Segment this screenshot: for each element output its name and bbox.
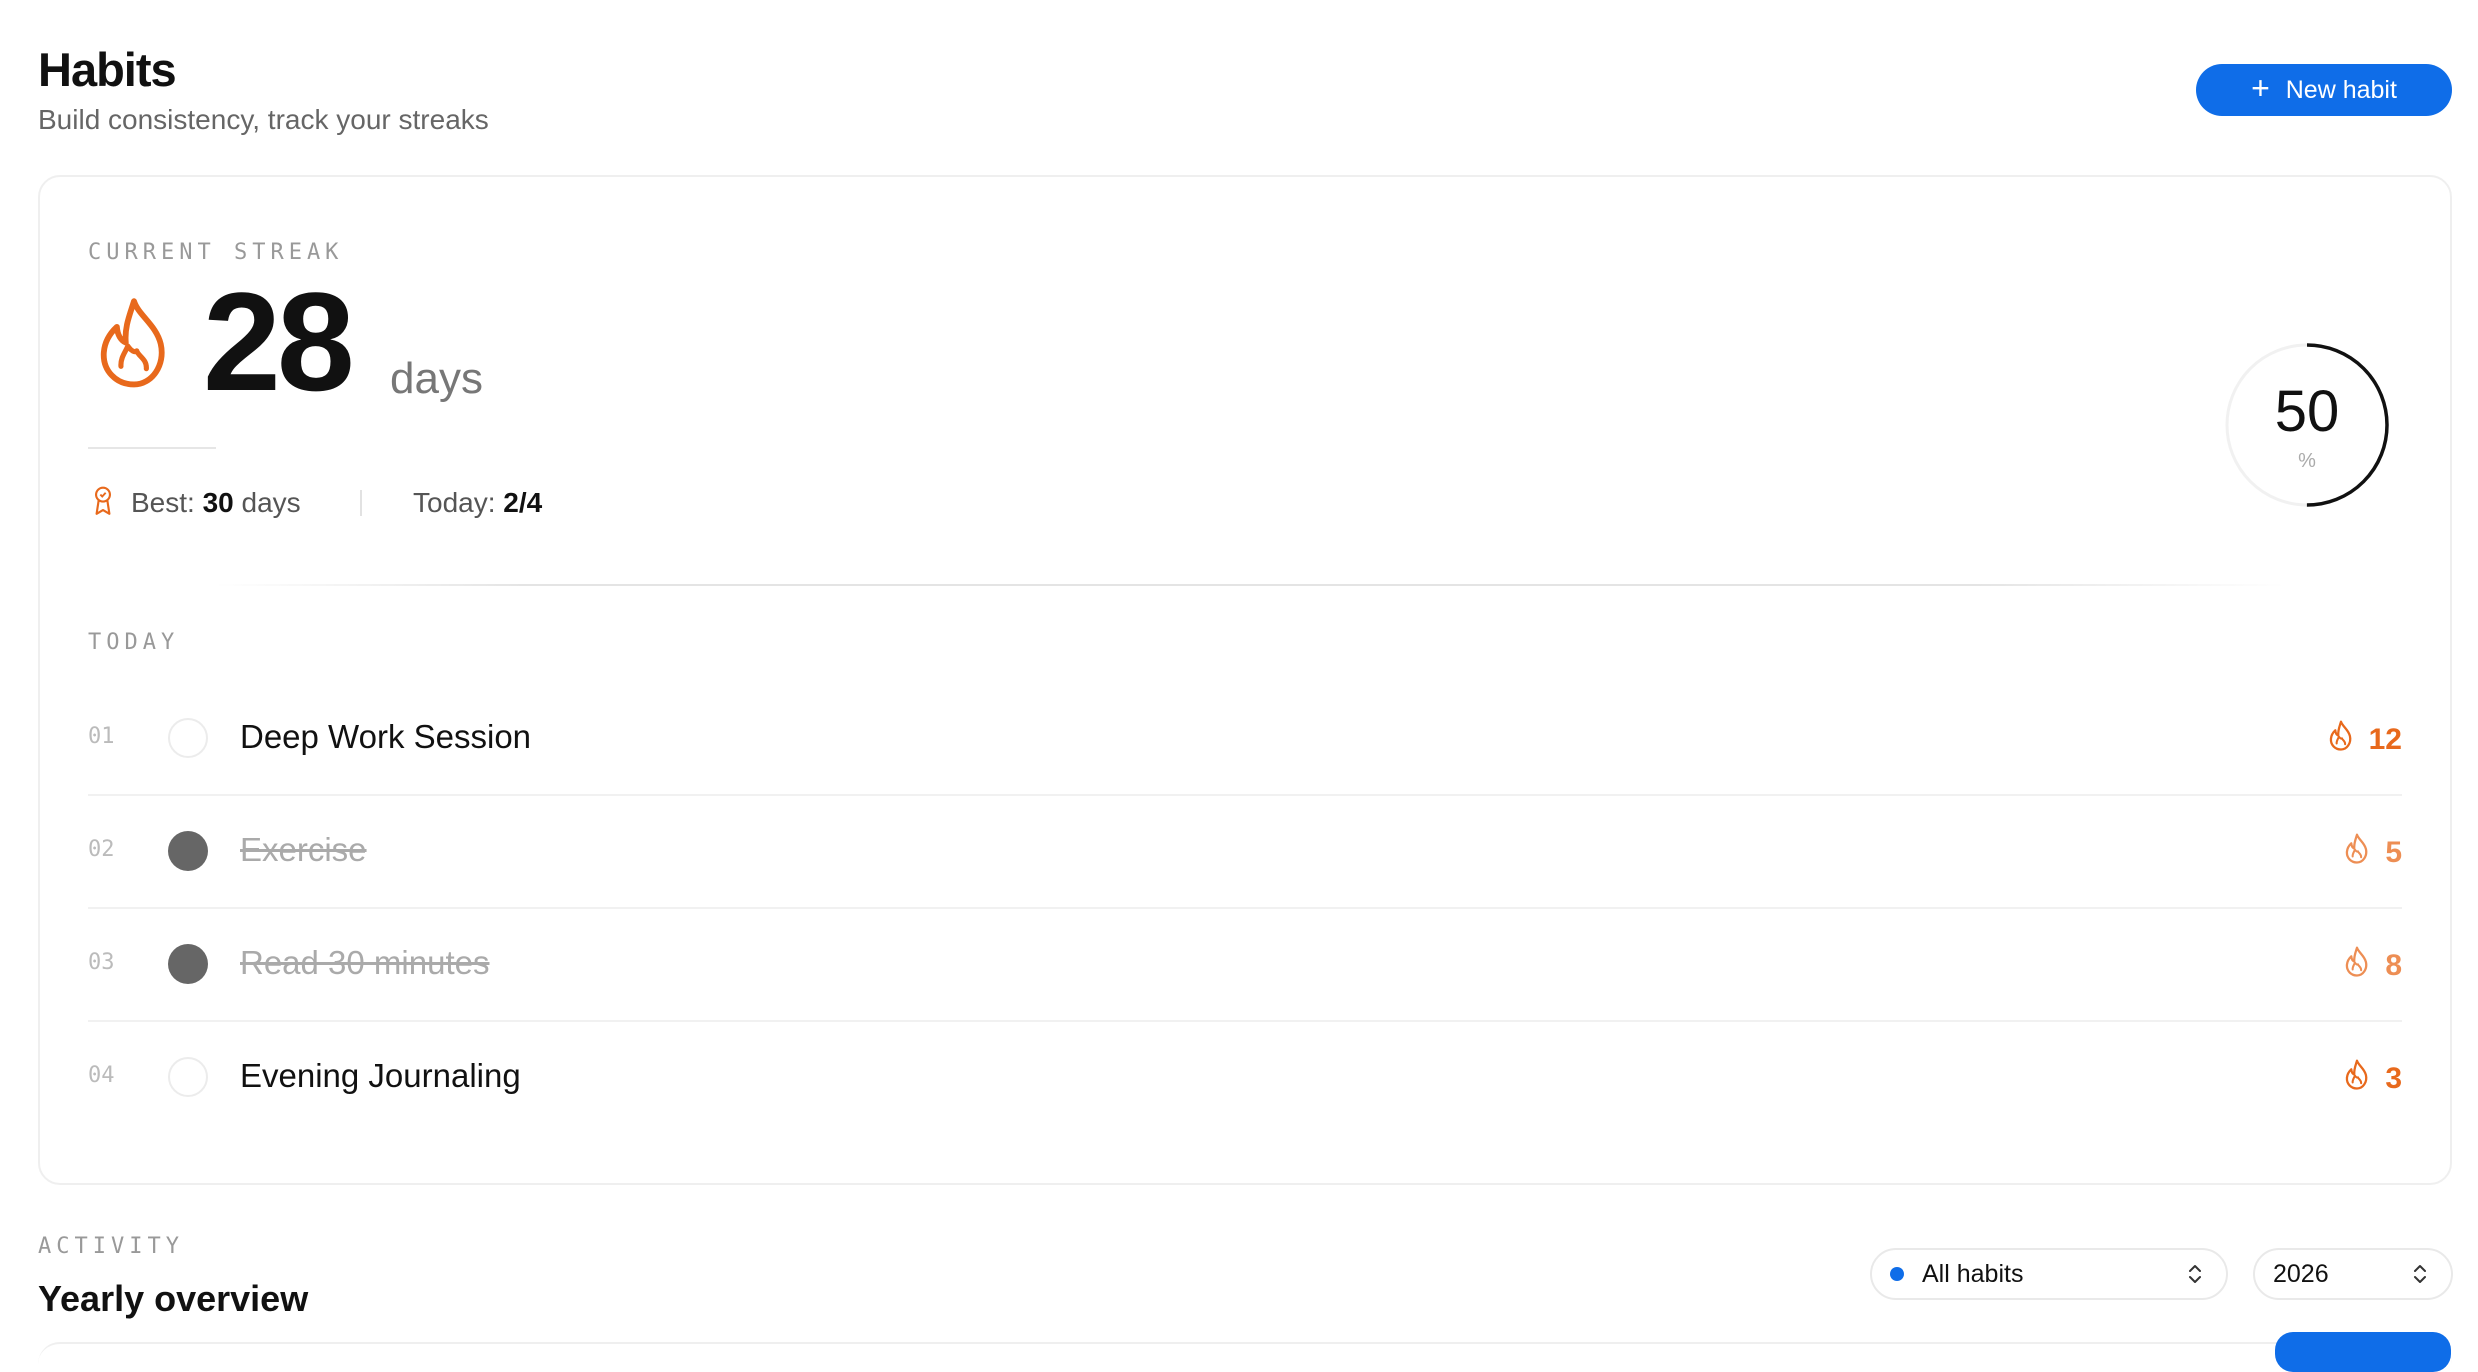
habit-number: 02 — [88, 837, 115, 862]
habit-streak-count: 5 — [2385, 836, 2402, 869]
habit-streak: 5 — [2343, 833, 2402, 873]
habit-row[interactable]: 04 Evening Journaling 3 — [88, 1023, 2402, 1135]
chevron-up-down-icon — [2414, 1265, 2426, 1283]
chevron-up-down-icon — [2189, 1265, 2201, 1283]
page-title: Habits — [38, 43, 177, 96]
habit-filter-select[interactable]: All habits — [1870, 1248, 2228, 1300]
completion-percent: 50 — [2274, 379, 2340, 444]
current-streak-label: CURRENT STREAK — [88, 240, 344, 265]
habit-checkbox[interactable] — [168, 944, 208, 984]
best-unit: days — [241, 487, 301, 518]
row-divider — [88, 1020, 2402, 1022]
habit-checkbox[interactable] — [168, 718, 208, 758]
year-filter-value: 2026 — [2273, 1259, 2329, 1288]
habit-streak: 3 — [2343, 1059, 2402, 1099]
habit-color-dot — [1890, 1267, 1904, 1281]
today-value: 2/4 — [503, 487, 543, 518]
current-streak-unit: days — [390, 354, 483, 403]
current-streak-value: 28 — [203, 263, 355, 420]
habit-filter-value: All habits — [1922, 1259, 2024, 1288]
flame-icon — [2343, 1059, 2371, 1099]
best-streak: Best: 30 days — [131, 487, 301, 519]
habit-row[interactable]: 01 Deep Work Session 12 — [88, 684, 2402, 796]
new-habit-label: New habit — [2285, 75, 2397, 104]
card-separator — [215, 584, 2285, 586]
today-label: TODAY — [88, 630, 180, 655]
yearly-overview-title: Yearly overview — [38, 1278, 309, 1319]
activity-label: ACTIVITY — [38, 1234, 184, 1259]
habit-name: Exercise — [240, 831, 367, 868]
row-divider — [88, 794, 2402, 796]
habit-row[interactable]: 02 Exercise 5 — [88, 797, 2402, 909]
completion-unit: % — [2298, 450, 2316, 472]
flame-icon — [2343, 946, 2371, 986]
habit-number: 01 — [88, 724, 115, 749]
habit-name: Deep Work Session — [240, 718, 532, 755]
flame-icon — [100, 298, 165, 388]
habit-checkbox[interactable] — [168, 831, 208, 871]
streak-divider — [88, 447, 216, 449]
page-subtitle: Build consistency, track your streaks — [38, 104, 489, 135]
best-label: Best: — [131, 487, 195, 518]
trophy-icon — [95, 486, 111, 515]
habit-streak-count: 12 — [2368, 723, 2402, 756]
habit-streak-count: 8 — [2385, 949, 2402, 982]
habit-checkbox[interactable] — [168, 1057, 208, 1097]
habit-name: Evening Journaling — [240, 1057, 521, 1094]
habit-streak: 12 — [2327, 720, 2402, 760]
year-filter-select[interactable]: 2026 — [2253, 1248, 2453, 1300]
habit-name: Read 30 minutes — [240, 944, 490, 981]
stat-separator — [360, 490, 362, 516]
today-label: Today: — [413, 487, 496, 518]
activity-action-button[interactable] — [2275, 1332, 2451, 1372]
today-progress: Today: 2/4 — [413, 487, 542, 519]
activity-card — [38, 1342, 2452, 1364]
plus-icon: + — [2251, 70, 2270, 106]
flame-icon — [2343, 833, 2371, 873]
habit-streak-count: 3 — [2385, 1062, 2402, 1095]
habit-row[interactable]: 03 Read 30 minutes 8 — [88, 910, 2402, 1022]
habit-number: 04 — [88, 1063, 115, 1088]
habit-streak: 8 — [2343, 946, 2402, 986]
flame-icon — [2327, 720, 2355, 760]
best-value: 30 — [202, 487, 234, 518]
row-divider — [88, 907, 2402, 909]
habit-number: 03 — [88, 950, 115, 975]
new-habit-button[interactable]: + New habit — [2196, 64, 2452, 116]
